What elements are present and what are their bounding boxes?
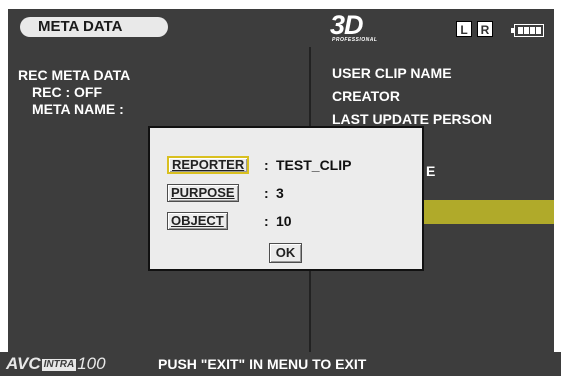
avc-intra-100-logo: AVC INTRA 100 [6, 354, 106, 374]
channel-right-indicator: R [477, 21, 493, 37]
logo-3d-text: 3D [330, 10, 364, 40]
reporter-button[interactable]: REPORTER [167, 156, 250, 174]
battery-tip [511, 28, 514, 33]
menu-selection-highlight [419, 200, 554, 224]
object-value: 10 [276, 213, 292, 229]
battery-cell [530, 27, 535, 34]
menu-item-partial-text: E [426, 163, 436, 179]
purpose-button[interactable]: PURPOSE [167, 184, 239, 202]
purpose-value: 3 [276, 185, 284, 201]
meta-info-dialog: REPORTER : TEST_CLIP PURPOSE : 3 OBJECT … [148, 126, 424, 271]
camera-lcd-screen: META DATA 3D PROFESSIONAL L R REC META D… [0, 0, 561, 376]
3d-professional-logo: 3D PROFESSIONAL [330, 11, 382, 45]
ok-button[interactable]: OK [269, 243, 302, 263]
rec-status: REC : OFF [32, 84, 102, 100]
reporter-value: TEST_CLIP [276, 157, 352, 173]
channel-left-indicator: L [456, 21, 472, 37]
battery-cell [524, 27, 529, 34]
rec-meta-data-heading: REC META DATA [18, 67, 131, 83]
menu-item-user-clip-name[interactable]: USER CLIP NAME [332, 62, 492, 85]
codec-badge: INTRA [41, 358, 77, 371]
purpose-separator: : [264, 185, 269, 201]
codec-suffix: 100 [77, 354, 106, 373]
right-menu-pane: USER CLIP NAME CREATOR LAST UPDATE PERSO… [332, 62, 492, 131]
codec-prefix: AVC [6, 354, 41, 373]
battery-cell [518, 27, 523, 34]
object-separator: : [264, 213, 269, 229]
menu-item-creator[interactable]: CREATOR [332, 85, 492, 108]
reporter-separator: : [264, 157, 269, 173]
bottom-status-bar: AVC INTRA 100 PUSH "EXIT" IN MENU TO EXIT [0, 352, 561, 376]
meta-name-label: META NAME : [32, 101, 124, 117]
menu-frame: META DATA 3D PROFESSIONAL L R REC META D… [8, 9, 554, 352]
exit-hint: PUSH "EXIT" IN MENU TO EXIT [158, 356, 367, 372]
top-bar: META DATA 3D PROFESSIONAL L R [8, 9, 554, 47]
menu-title: META DATA [20, 17, 168, 37]
battery-icon [511, 24, 544, 37]
left-menu-pane: REC META DATA REC : OFF META NAME : [18, 67, 130, 118]
object-button[interactable]: OBJECT [167, 212, 228, 230]
logo-professional-text: PROFESSIONAL [332, 37, 378, 43]
battery-cell [536, 27, 541, 34]
